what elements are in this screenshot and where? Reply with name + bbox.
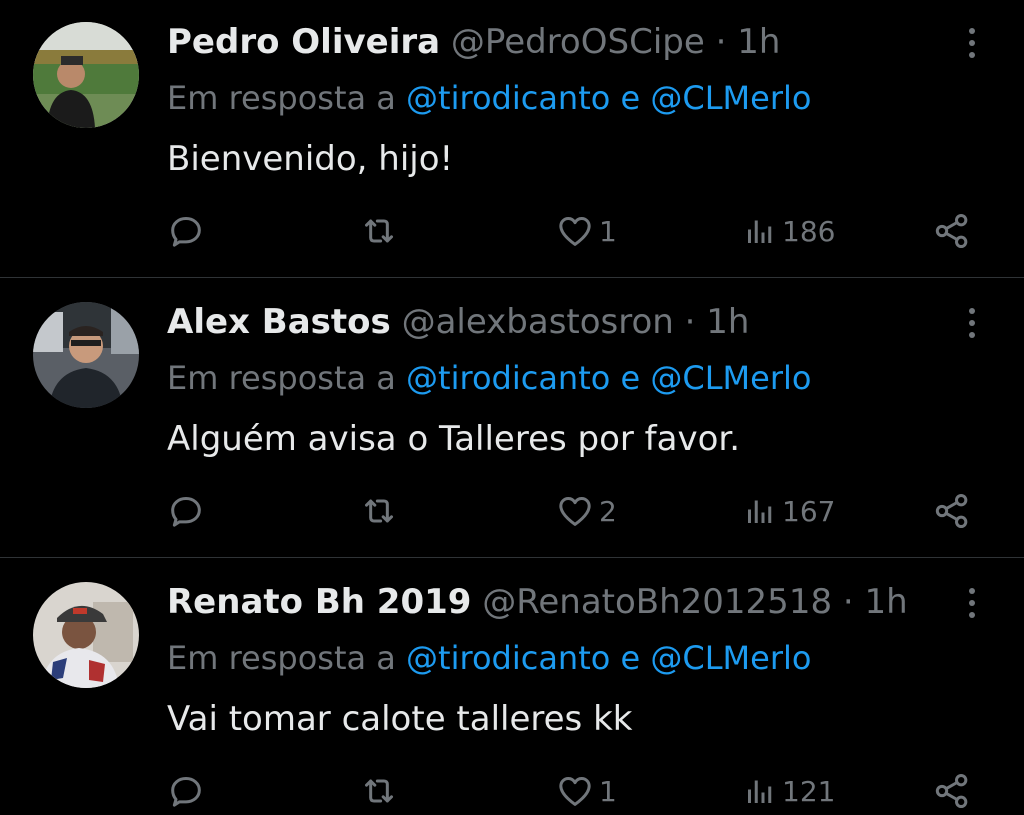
views-count: 167 <box>782 494 836 528</box>
user-handle[interactable]: @alexbastosron <box>402 302 674 342</box>
tweet-header: Pedro Oliveira @PedroOSCipe · 1h <box>167 20 780 64</box>
tweet[interactable]: Pedro Oliveira @PedroOSCipe · 1h Em resp… <box>0 0 1024 278</box>
retweet-icon <box>365 219 393 243</box>
views-button[interactable]: 121 <box>742 766 835 815</box>
more-icon[interactable] <box>968 28 976 64</box>
like-count: 1 <box>599 214 617 248</box>
action-bar: 1 121 <box>0 766 1024 815</box>
action-bar: 1 186 <box>0 206 1024 256</box>
reply-button[interactable] <box>166 206 210 256</box>
more-icon[interactable] <box>968 308 976 344</box>
views-count: 121 <box>782 774 836 808</box>
retweet-button[interactable] <box>358 486 404 536</box>
avatar[interactable] <box>33 22 139 128</box>
like-count: 2 <box>599 494 617 528</box>
reply-context: Em resposta a @tirodicanto e @CLMerlo <box>167 356 811 400</box>
avatar[interactable] <box>33 582 139 688</box>
like-button[interactable]: 1 <box>555 766 617 815</box>
reply-button[interactable] <box>166 766 210 815</box>
reply-prefix: Em resposta a <box>167 359 396 397</box>
like-button[interactable]: 1 <box>555 206 617 256</box>
like-count: 1 <box>599 774 617 808</box>
separator: · <box>715 22 727 62</box>
avatar[interactable] <box>33 302 139 408</box>
timestamp[interactable]: 1h <box>865 582 908 622</box>
action-bar: 2 167 <box>0 486 1024 536</box>
more-icon[interactable] <box>968 588 976 624</box>
share-button[interactable] <box>932 206 972 256</box>
retweet-button[interactable] <box>358 766 404 815</box>
display-name[interactable]: Pedro Oliveira <box>167 22 440 62</box>
separator: · <box>684 302 696 342</box>
heart-icon <box>559 497 591 526</box>
share-icon <box>935 494 968 528</box>
views-icon <box>748 780 772 803</box>
timestamp[interactable]: 1h <box>737 22 780 62</box>
reply-context: Em resposta a @tirodicanto e @CLMerlo <box>167 76 811 120</box>
tweet-header: Alex Bastos @alexbastosron · 1h <box>167 300 749 344</box>
display-name[interactable]: Alex Bastos <box>167 302 391 342</box>
share-icon <box>935 214 968 248</box>
views-icon <box>748 500 772 523</box>
timestamp[interactable]: 1h <box>706 302 749 342</box>
share-button[interactable] <box>932 486 972 536</box>
retweet-icon <box>365 779 393 803</box>
display-name[interactable]: Renato Bh 2019 <box>167 582 471 622</box>
reply-to-link[interactable]: @tirodicanto e @CLMerlo <box>406 359 811 397</box>
heart-icon <box>559 217 591 246</box>
reply-context: Em resposta a @tirodicanto e @CLMerlo <box>167 636 811 680</box>
reply-button[interactable] <box>166 486 210 536</box>
tweet[interactable]: Alex Bastos @alexbastosron · 1h Em respo… <box>0 280 1024 558</box>
retweet-button[interactable] <box>358 206 404 256</box>
views-count: 186 <box>782 214 836 248</box>
reply-prefix: Em resposta a <box>167 79 396 117</box>
reply-icon <box>171 497 201 527</box>
tweet[interactable]: Renato Bh 2019 @RenatoBh2012518 · 1h Em … <box>0 560 1024 815</box>
views-button[interactable]: 167 <box>742 486 835 536</box>
share-icon <box>935 774 968 808</box>
like-button[interactable]: 2 <box>555 486 617 536</box>
separator: · <box>842 582 854 622</box>
reply-to-link[interactable]: @tirodicanto e @CLMerlo <box>406 79 811 117</box>
share-button[interactable] <box>932 766 972 815</box>
user-handle[interactable]: @RenatoBh2012518 <box>482 582 832 622</box>
user-handle[interactable]: @PedroOSCipe <box>451 22 705 62</box>
tweet-text: Alguém avisa o Talleres por favor. <box>167 419 741 459</box>
views-button[interactable]: 186 <box>742 206 835 256</box>
views-icon <box>748 220 772 243</box>
reply-feed: Pedro Oliveira @PedroOSCipe · 1h Em resp… <box>0 0 1024 815</box>
retweet-icon <box>365 499 393 523</box>
reply-prefix: Em resposta a <box>167 639 396 677</box>
tweet-header: Renato Bh 2019 @RenatoBh2012518 · 1h <box>167 580 908 624</box>
tweet-text: Vai tomar calote talleres kk <box>167 699 633 739</box>
reply-icon <box>171 217 201 247</box>
reply-to-link[interactable]: @tirodicanto e @CLMerlo <box>406 639 811 677</box>
reply-icon <box>171 777 201 807</box>
heart-icon <box>559 777 591 806</box>
tweet-text: Bienvenido, hijo! <box>167 139 454 179</box>
